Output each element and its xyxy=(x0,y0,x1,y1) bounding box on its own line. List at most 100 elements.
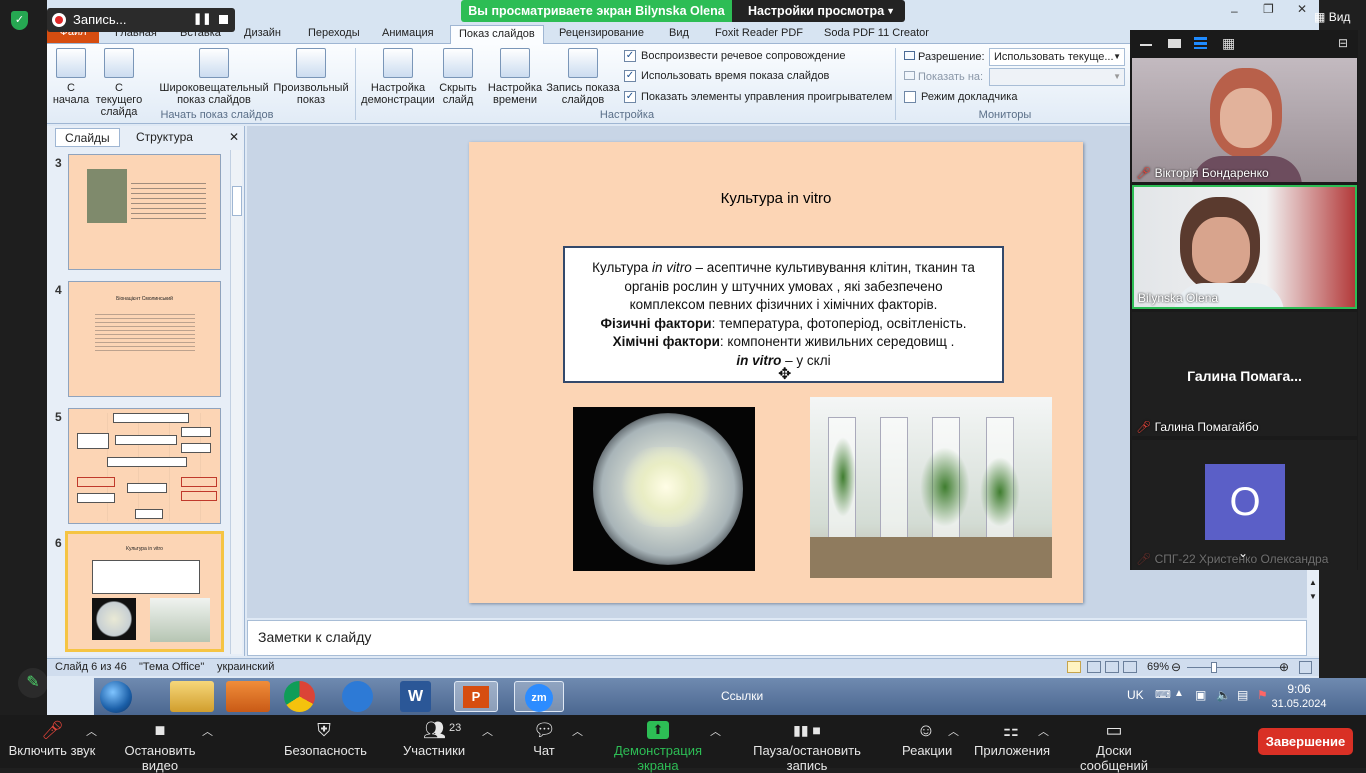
media-controls-checkbox[interactable]: ✓ Показать элементы управления проигрыват… xyxy=(624,91,892,103)
tab-transitions[interactable]: Переходы xyxy=(300,25,368,44)
resolution-select[interactable]: Использовать текуще... ▼ xyxy=(989,48,1125,66)
start-orb-icon[interactable] xyxy=(100,681,132,713)
zoom-slider-thumb[interactable] xyxy=(1211,662,1217,673)
sorter-view-icon[interactable] xyxy=(1087,661,1101,673)
stop-recording-icon[interactable] xyxy=(219,15,228,24)
participant-tile-name-only[interactable]: Галина Помага... 🎤︎ Галина Помагайбо xyxy=(1132,312,1357,436)
tab-foxit[interactable]: Foxit Reader PDF xyxy=(707,25,811,44)
presenter-view-checkbox[interactable]: Режим докладчика xyxy=(904,91,1017,103)
timings-checkbox[interactable]: ✓ Использовать время показа слайдов xyxy=(624,70,829,82)
end-meeting-button[interactable]: Завершение xyxy=(1258,728,1353,755)
tray-apps-icon[interactable]: ▣ xyxy=(1195,688,1206,702)
reading-view-icon[interactable] xyxy=(1105,661,1119,673)
broadcast-button[interactable]: Широковещательный показ слайдов xyxy=(158,48,270,106)
slide-thumbnail-3[interactable] xyxy=(68,154,221,270)
close-icon[interactable]: ✕ xyxy=(1297,2,1311,16)
media-player-icon[interactable] xyxy=(226,681,270,712)
tab-outline[interactable]: Структура xyxy=(127,128,202,147)
word-icon[interactable]: W xyxy=(400,681,431,712)
tab-slides[interactable]: Слайды xyxy=(55,128,120,147)
record-show-button[interactable]: Запись показа слайдов xyxy=(543,48,623,106)
clock-date[interactable]: 31.05.2024 xyxy=(1269,698,1329,710)
slide-thumbnail-4[interactable]: Біонацієнт Смолинський xyxy=(68,281,221,397)
minimize-icon[interactable]: – xyxy=(1231,4,1245,18)
theme-name[interactable]: "Тема Office" xyxy=(139,659,204,676)
pane-scrollbar[interactable] xyxy=(230,150,242,654)
links-toolbar[interactable]: Ссылки xyxy=(721,689,763,703)
security-button[interactable]: ⛨ Безопасность xyxy=(284,721,367,758)
hide-slide-button[interactable]: Скрыть слайд xyxy=(437,48,479,106)
reactions-button[interactable]: ☺ Реакции xyxy=(902,721,952,758)
from-current-button[interactable]: С текущего слайда xyxy=(91,48,147,118)
zoom-view-button[interactable]: ▦ Вид xyxy=(1314,10,1350,24)
chevron-up-icon[interactable]: ︿ xyxy=(86,723,97,739)
normal-view-icon[interactable] xyxy=(1067,661,1081,673)
shield-icon[interactable]: ✓ xyxy=(11,11,28,30)
pause-stop-recording-button[interactable]: ▮▮ ■ Пауза/остановить запись xyxy=(736,721,878,773)
action-center-icon[interactable]: ⚑ xyxy=(1257,688,1268,702)
slide-title[interactable]: Культура in vitro xyxy=(469,190,1083,207)
slide-textbox[interactable]: Культура in vitro – асептичне культивува… xyxy=(563,246,1004,383)
show-on-select[interactable]: ▼ xyxy=(989,68,1125,86)
scroll-thumb[interactable] xyxy=(232,186,242,216)
tab-slideshow[interactable]: Показ слайдов xyxy=(450,25,544,44)
zoom-slider[interactable] xyxy=(1187,667,1283,668)
stop-video-button[interactable]: ■ Остановить видео xyxy=(108,721,212,773)
restore-icon[interactable]: ❐ xyxy=(1263,2,1277,16)
apps-button[interactable]: ⚏ Приложения xyxy=(974,721,1050,758)
close-pane-icon[interactable]: ✕ xyxy=(229,130,239,144)
minimize-panel-icon[interactable] xyxy=(1140,44,1152,46)
slide-thumbnail-6[interactable]: Культура in vitro xyxy=(65,531,224,652)
zoom-app-icon[interactable]: zm xyxy=(514,681,564,712)
pause-recording-icon[interactable]: ❚❚ xyxy=(193,12,211,25)
tab-soda[interactable]: Soda PDF 11 Creator xyxy=(816,25,937,44)
slide-notes[interactable]: Заметки к слайду xyxy=(247,620,1307,656)
tray-expand-icon[interactable]: ▲ xyxy=(1174,688,1184,699)
whiteboards-button[interactable]: ▭ Доски сообщений xyxy=(1062,721,1166,773)
clock-time[interactable]: 9:06 xyxy=(1269,682,1329,696)
chevron-up-icon[interactable]: ︿ xyxy=(1038,723,1049,739)
strip-view-icon[interactable] xyxy=(1194,37,1207,49)
zoom-in-icon[interactable]: ⊕ xyxy=(1279,659,1289,676)
participant-video-active-speaker[interactable]: Bilynska Olena xyxy=(1132,185,1357,309)
chevron-up-icon[interactable]: ︿ xyxy=(710,723,721,739)
input-language[interactable]: UK xyxy=(1127,688,1144,702)
chevron-up-icon[interactable]: ︿ xyxy=(202,723,213,739)
language[interactable]: украинский xyxy=(217,659,274,676)
from-start-button[interactable]: С начала xyxy=(51,48,91,106)
chat-button[interactable]: 💬︎ Чат xyxy=(530,721,558,758)
chevron-up-icon[interactable]: ︿ xyxy=(572,723,583,739)
narration-checkbox[interactable]: ✓ Воспроизвести речевое сопровождение xyxy=(624,50,846,62)
chevron-down-icon[interactable]: ⌄ xyxy=(1238,546,1248,560)
single-view-icon[interactable] xyxy=(1168,39,1181,48)
annotate-pen-icon[interactable]: ✎ xyxy=(18,668,48,698)
petri-dish-photo[interactable] xyxy=(573,407,755,571)
slideshow-view-icon[interactable] xyxy=(1123,661,1137,673)
chevron-up-icon[interactable]: ︿ xyxy=(948,723,959,739)
zoom-level[interactable]: 69% xyxy=(1147,659,1169,676)
next-slide-icon[interactable]: ▼ xyxy=(1309,592,1317,601)
prev-slide-icon[interactable]: ▲ xyxy=(1309,578,1317,587)
keyboard-icon[interactable]: ⌨ xyxy=(1155,688,1171,701)
ie-icon[interactable] xyxy=(342,681,373,712)
network-icon[interactable]: ▤ xyxy=(1237,688,1248,702)
fit-slide-icon[interactable] xyxy=(1299,661,1312,674)
explorer-icon[interactable] xyxy=(170,681,214,712)
tab-design[interactable]: Дизайн xyxy=(236,25,289,44)
chrome-icon[interactable] xyxy=(284,681,315,712)
powerpoint-icon[interactable]: P xyxy=(454,681,498,712)
tab-review[interactable]: Рецензирование xyxy=(551,25,652,44)
test-tubes-photo[interactable] xyxy=(810,397,1052,578)
panel-layout-icon[interactable]: ⊟ xyxy=(1338,36,1348,50)
share-screen-button[interactable]: ⬆ Демонстрация экрана xyxy=(596,721,720,773)
custom-show-button[interactable]: Произвольный показ xyxy=(271,48,351,106)
rehearse-timings-button[interactable]: Настройка времени xyxy=(485,48,545,106)
chevron-up-icon[interactable]: ︿ xyxy=(482,723,493,739)
current-slide[interactable]: Культура in vitro Культура in vitro – ас… xyxy=(469,142,1083,603)
setup-show-button[interactable]: Настройка демонстрации xyxy=(360,48,436,106)
volume-icon[interactable]: 🔈 xyxy=(1216,688,1231,702)
participant-tile-avatar[interactable]: О 🎤︎ СПГ-22 Христенко Олександра ⌄ xyxy=(1132,440,1357,570)
tab-view[interactable]: Вид xyxy=(661,25,697,44)
view-settings-button[interactable]: Настройки просмотра ▼ xyxy=(732,0,905,22)
unmute-button[interactable]: 🎤︎ Включить звук xyxy=(8,721,96,758)
